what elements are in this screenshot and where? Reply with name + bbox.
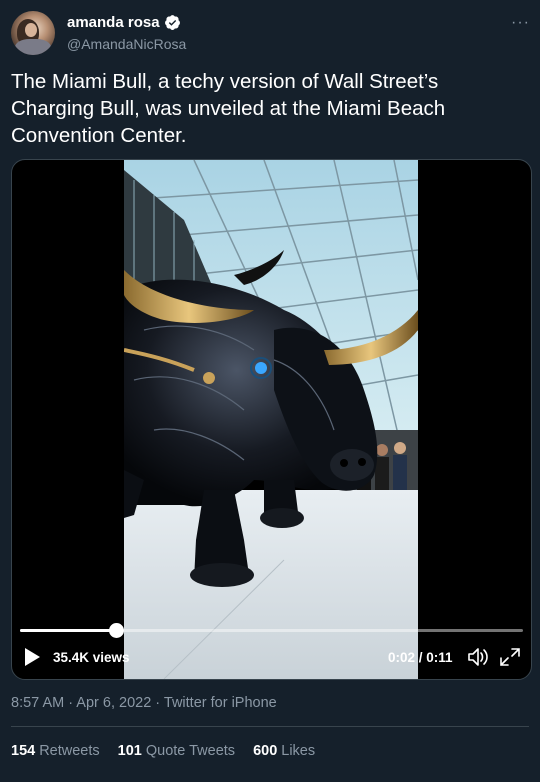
volume-icon[interactable] — [467, 647, 489, 667]
quote-tweets-count: 101 — [117, 743, 142, 759]
more-options-icon[interactable]: ··· — [511, 14, 530, 32]
author-name[interactable]: amanda rosa — [67, 14, 160, 31]
meta-separator-2: · — [151, 695, 164, 711]
video-thumbnail — [124, 160, 418, 679]
video-time: 0:02 / 0:11 — [388, 650, 453, 665]
tweet-card: amanda rosa @AmandaNicRosa ··· The Miami… — [0, 0, 540, 782]
likes-label: Likes — [281, 743, 316, 759]
divider — [11, 726, 529, 727]
tweet-stats: 154 Retweets 101 Quote Tweets 600 Likes — [11, 743, 315, 759]
retweets-count: 154 — [11, 743, 36, 759]
video-progress-fill — [20, 629, 116, 632]
author-handle[interactable]: @AmandaNicRosa — [67, 36, 186, 52]
play-icon[interactable] — [24, 648, 40, 666]
tweet-time[interactable]: 8:57 AM — [11, 695, 64, 711]
meta-separator: · — [64, 695, 77, 711]
likes-count: 600 — [253, 743, 278, 759]
author-name-row[interactable]: amanda rosa — [67, 14, 181, 31]
video-progress-handle[interactable] — [108, 623, 124, 638]
avatar-shirt — [15, 39, 51, 55]
video-view-count: 35.4K views — [53, 650, 130, 665]
quote-tweets-label: Quote Tweets — [145, 743, 236, 759]
likes-stat[interactable]: 600 Likes — [253, 743, 315, 759]
avatar[interactable] — [11, 11, 55, 55]
video-progress-bar[interactable] — [20, 623, 523, 638]
retweets-stat[interactable]: 154 Retweets — [11, 743, 100, 759]
retweets-label: Retweets — [39, 743, 100, 759]
quote-tweets-stat[interactable]: 101 Quote Tweets — [118, 743, 235, 759]
verified-badge-icon — [164, 15, 180, 30]
video-player[interactable]: 35.4K views 0:02 / 0:11 — [11, 159, 532, 680]
tweet-source[interactable]: Twitter for iPhone — [164, 695, 277, 711]
fullscreen-icon[interactable] — [500, 648, 520, 666]
bull-sculpture-image — [124, 160, 418, 679]
tweet-text: The Miami Bull, a techy version of Wall … — [11, 70, 446, 147]
tweet-date[interactable]: Apr 6, 2022 — [76, 695, 151, 711]
tweet-metadata: 8:57 AM · Apr 6, 2022 · Twitter for iPho… — [11, 695, 277, 711]
avatar-face — [25, 23, 37, 37]
